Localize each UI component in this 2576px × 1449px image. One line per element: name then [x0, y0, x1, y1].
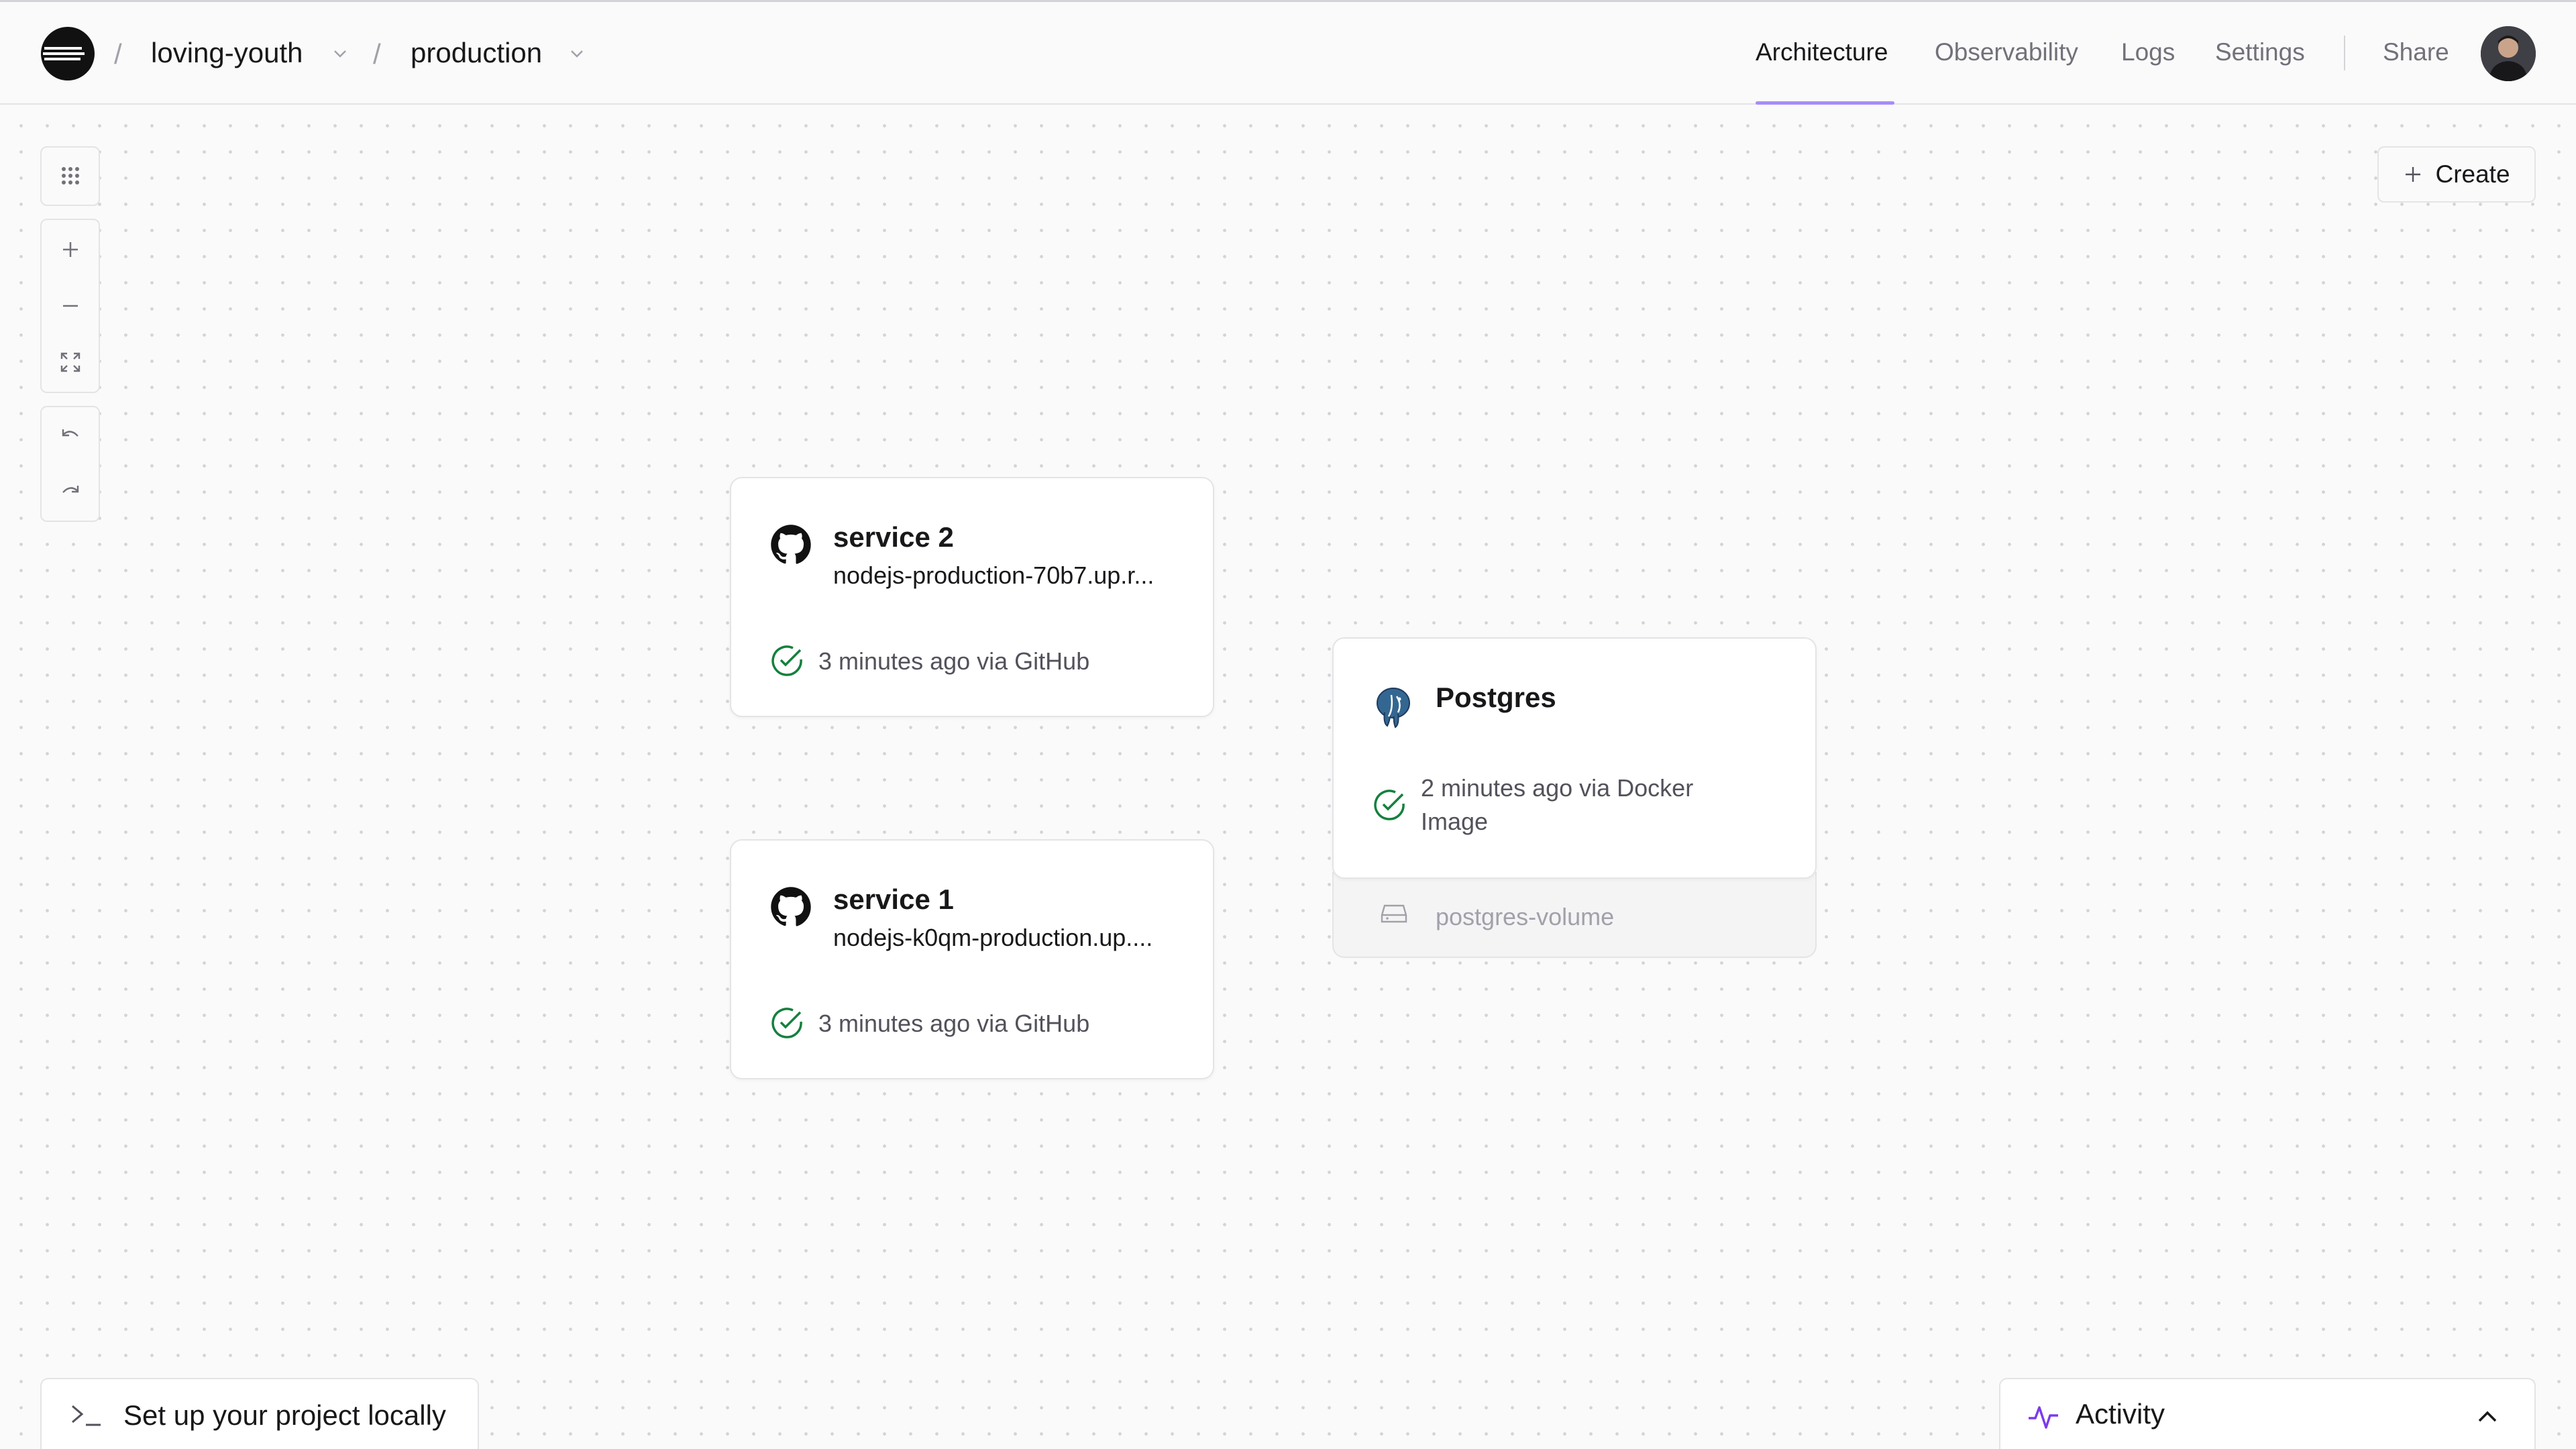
github-icon [771, 887, 811, 926]
chevron-down-icon[interactable] [330, 44, 350, 64]
undo-icon [62, 429, 78, 437]
service-domain[interactable]: nodejs-k0qm-production.up.... [833, 924, 1152, 952]
hard-drive-icon [1381, 904, 1407, 923]
undo-button[interactable] [42, 409, 99, 465]
tab-settings[interactable]: Settings [2215, 38, 2305, 66]
tab-logs[interactable]: Logs [2121, 38, 2175, 66]
plus-icon [2406, 167, 2421, 182]
expand-icon [60, 352, 80, 372]
toolgroup-layout [40, 146, 100, 206]
chevron-up-icon[interactable] [2474, 1403, 2501, 1430]
nav-divider [2344, 36, 2345, 70]
redo-button[interactable] [42, 465, 99, 521]
active-tab-indicator [1756, 101, 1894, 105]
service-name: service 2 [833, 521, 954, 553]
breadcrumb-environment[interactable]: production [411, 37, 542, 69]
check-circle-icon [771, 645, 802, 676]
volume-attachment[interactable]: postgres-volume [1332, 872, 1817, 958]
plus-icon [62, 242, 78, 257]
database-card[interactable]: Postgres 2 minutes ago via Docker Image [1332, 637, 1817, 879]
chevron-down-icon[interactable] [567, 44, 587, 64]
zoom-out-button[interactable] [42, 278, 99, 334]
activity-panel[interactable]: Activity [1999, 1378, 2536, 1449]
check-circle-icon [1374, 790, 1405, 820]
tab-architecture[interactable]: Architecture [1756, 38, 1888, 66]
fit-view-button[interactable] [42, 334, 99, 390]
grid-button[interactable] [42, 148, 99, 204]
database-name: Postgres [1436, 682, 1556, 713]
github-icon [771, 525, 811, 564]
toolgroup-history [40, 406, 100, 522]
breadcrumb-separator: / [114, 38, 122, 70]
service-name: service 1 [833, 883, 954, 915]
share-button[interactable]: Share [2383, 38, 2449, 66]
railway-logo-icon[interactable] [40, 26, 95, 81]
deploy-status: 2 minutes ago via Docker Image [1421, 774, 1694, 835]
deploy-status: 3 minutes ago via GitHub [818, 647, 1090, 675]
activity-pulse-icon [2029, 1406, 2058, 1429]
setup-locally-label: Set up your project locally [123, 1399, 446, 1431]
redo-icon [62, 486, 78, 493]
zoom-in-button[interactable] [42, 221, 99, 278]
create-button[interactable]: Create [2377, 146, 2536, 203]
grid-dots-icon [61, 167, 79, 184]
project-canvas[interactable] [0, 105, 2576, 1449]
user-avatar-icon [2481, 26, 2536, 81]
service-card[interactable]: service 2 nodejs-production-70b7.up.r...… [730, 477, 1214, 717]
top-bar: / loving-youth / production Architecture… [0, 0, 2576, 105]
avatar[interactable] [2481, 26, 2536, 81]
postgres-elephant-icon [1377, 688, 1410, 729]
setup-locally-panel[interactable]: Set up your project locally [40, 1378, 479, 1449]
check-circle-icon [771, 1008, 802, 1038]
breadcrumb-separator: / [373, 38, 381, 70]
volume-name: postgres-volume [1436, 903, 1615, 930]
toolgroup-zoom [40, 219, 100, 393]
tab-observability[interactable]: Observability [1935, 38, 2078, 66]
terminal-icon [72, 1405, 101, 1426]
service-card[interactable]: service 1 nodejs-k0qm-production.up.... … [730, 839, 1214, 1079]
service-domain[interactable]: nodejs-production-70b7.up.r... [833, 561, 1154, 590]
minus-icon [62, 305, 78, 307]
create-button-label: Create [2435, 160, 2510, 188]
activity-label: Activity [2076, 1398, 2165, 1430]
deploy-status: 3 minutes ago via GitHub [818, 1010, 1090, 1037]
breadcrumb-project[interactable]: loving-youth [151, 37, 303, 69]
